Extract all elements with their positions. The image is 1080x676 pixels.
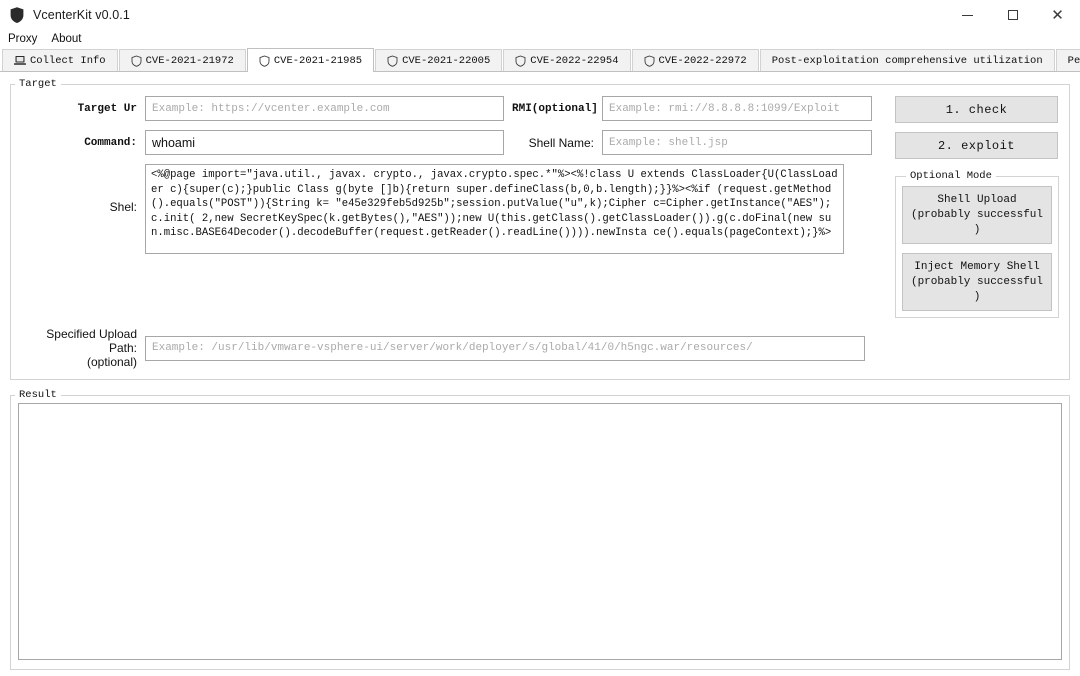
tab-post-exploitation[interactable]: Post-exploitation comprehensive utilizat… [759,49,1055,71]
shield-outline-icon [515,55,526,67]
result-group-legend: Result [19,389,57,401]
target-fields: Target Ur RMI(optional] Command: Shell N… [19,96,885,318]
rmi-input[interactable] [602,96,872,121]
shield-outline-icon [644,55,655,67]
shell-textarea[interactable]: <%@page import="java.util., javax. crypt… [145,164,844,254]
tab-cve-2022-22972[interactable]: CVE-2022-22972 [631,49,759,71]
shield-outline-icon [259,55,270,67]
shell-name-input[interactable] [602,130,872,155]
command-input[interactable] [145,130,504,155]
shell-name-label: Shell Name: [528,135,594,150]
title-bar: VcenterKit v0.0.1 ✕ [0,0,1080,30]
tab-cve-2021-21972[interactable]: CVE-2021-21972 [118,49,246,71]
shell-upload-sublabel: (probably successful ) [910,209,1044,236]
window-controls: ✕ [945,0,1080,30]
tab-label: Pentest Notebook [1067,54,1080,67]
inject-memory-shell-button[interactable]: Inject Memory Shell (probably successful… [902,253,1052,311]
upload-path-label-line2: (optional) [86,355,137,369]
maximize-button[interactable] [990,0,1035,30]
shield-icon [7,5,27,25]
tab-cve-2022-22954[interactable]: CVE-2022-22954 [503,49,631,71]
row-upload-path: Specified Upload Path: (optional) [19,327,1061,369]
menu-item-proxy[interactable]: Proxy [8,30,45,49]
upload-path-input[interactable] [145,335,865,361]
window-title: VcenterKit v0.0.1 [33,8,130,22]
command-label: Command: [84,136,137,149]
upload-path-label: Specified Upload Path: (optional) [19,327,145,369]
inject-memory-shell-sublabel: (probably successful ) [910,276,1044,303]
tab-label: CVE-2021-21972 [145,54,234,67]
main-content: Target Target Ur RMI(optional] [0,72,1080,676]
result-group: Result [10,389,1070,670]
shell-label: Shel: [109,200,137,214]
exploit-button[interactable]: 2. exploit [895,132,1058,159]
tab-cve-2021-22005[interactable]: CVE-2021-22005 [375,49,503,71]
minimize-button[interactable] [945,0,990,30]
row-command: Command: Shell Name: [19,130,885,155]
tab-bar: Collect Info CVE-2021-21972 CVE-2021-219… [0,48,1080,72]
optional-mode-legend: Optional Mode [910,170,992,182]
tab-pentest-notebook[interactable]: Pentest Notebook [1055,49,1080,71]
tab-label: CVE-2021-22005 [402,54,491,67]
rmi-label: RMI(optional] [512,102,598,115]
inject-memory-shell-label: Inject Memory Shell [914,261,1040,273]
shield-outline-icon [387,55,398,67]
shield-outline-icon [131,55,142,67]
target-actions: 1. check 2. exploit Optional Mode Shell … [885,96,1061,318]
tab-label: Post-exploitation comprehensive utilizat… [771,54,1043,67]
target-group-legend: Target [19,78,57,90]
tab-cve-2021-21985[interactable]: CVE-2021-21985 [246,48,375,72]
menu-bar: Proxy About [0,30,1080,49]
tab-collect-info[interactable]: Collect Info [2,49,118,71]
optional-mode-group: Optional Mode Shell Upload (probably suc… [895,170,1059,318]
menu-item-about[interactable]: About [51,30,89,49]
row-target-url: Target Ur RMI(optional] [19,96,885,121]
shell-upload-label: Shell Upload [937,194,1017,206]
application-window: VcenterKit v0.0.1 ✕ Proxy About Collect … [0,0,1080,676]
shell-upload-button[interactable]: Shell Upload (probably successful ) [902,186,1052,244]
check-button[interactable]: 1. check [895,96,1058,123]
target-url-input[interactable] [145,96,504,121]
tab-label: Collect Info [30,54,106,67]
laptop-icon [14,55,26,66]
row-shell: Shel: <%@page import="java.util., javax.… [19,164,885,254]
close-button[interactable]: ✕ [1035,0,1080,30]
tab-label: CVE-2021-21985 [273,54,363,67]
tab-label: CVE-2022-22954 [530,54,619,67]
upload-path-label-line1: Specified Upload Path: [46,327,137,355]
target-url-label: Target Ur [77,102,137,115]
tab-label: CVE-2022-22972 [658,54,747,67]
result-output[interactable] [18,403,1062,660]
target-group: Target Target Ur RMI(optional] [10,78,1070,380]
